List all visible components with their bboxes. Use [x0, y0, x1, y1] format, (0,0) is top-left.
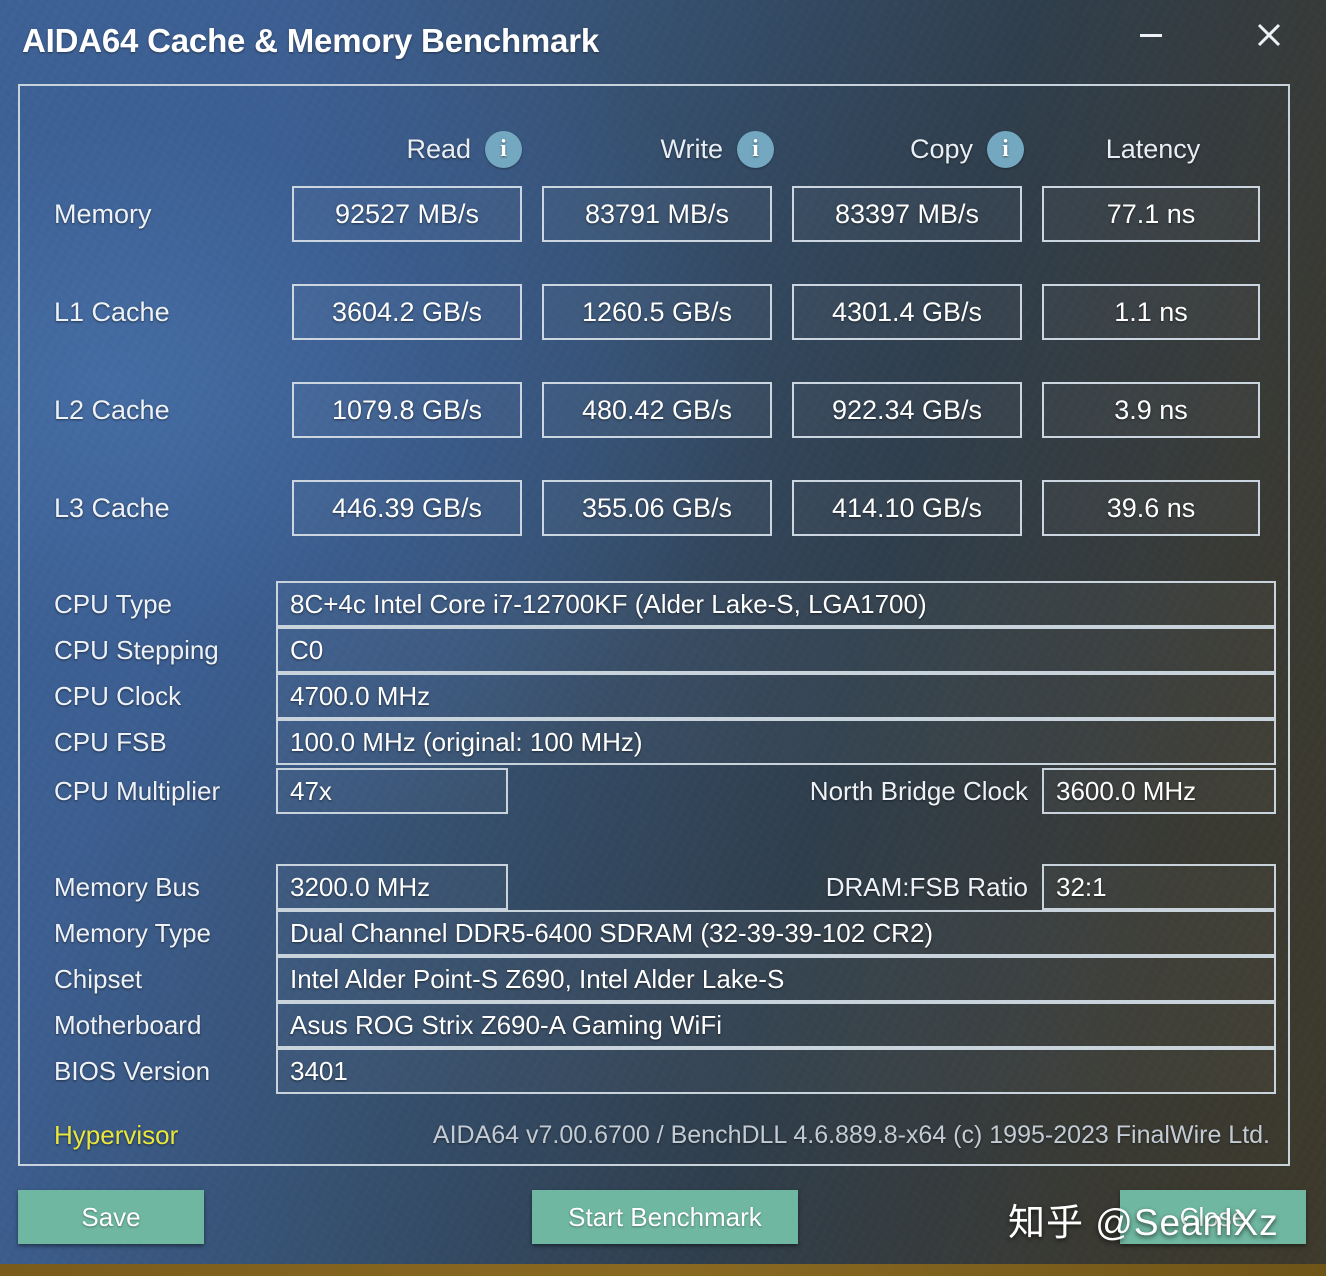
row-label-l1-cache: L1 Cache: [54, 297, 170, 327]
footer-info-row: Hypervisor AIDA64 v7.00.6700 / BenchDLL …: [20, 1112, 1288, 1158]
cell-l1-read: 3604.2 GB/s: [292, 284, 522, 340]
write-info-icon[interactable]: i: [737, 130, 774, 168]
cell-l2-write: 480.42 GB/s: [542, 382, 772, 438]
value-bios-version: 3401: [276, 1048, 1276, 1094]
cell-memory-read: 92527 MB/s: [292, 186, 522, 242]
value-dram-fsb-ratio: 32:1: [1042, 864, 1276, 910]
value-motherboard: Asus ROG Strix Z690-A Gaming WiFi: [276, 1002, 1276, 1048]
cell-l2-copy: 922.34 GB/s: [792, 382, 1022, 438]
close-button[interactable]: Close: [1120, 1190, 1306, 1244]
label-cpu-multiplier: CPU Multiplier: [54, 776, 221, 806]
label-bios-version: BIOS Version: [54, 1056, 211, 1086]
cell-l1-latency: 1.1 ns: [1042, 284, 1260, 340]
cell-l3-write: 355.06 GB/s: [542, 480, 772, 536]
benchmark-row-l1-cache: L1 Cache 3604.2 GB/s 1260.5 GB/s 4301.4 …: [20, 284, 1288, 340]
benchmark-panel: Read i Write i Copy i Latency Memory 925…: [18, 84, 1290, 1166]
label-north-bridge-clock: North Bridge Clock: [809, 776, 1028, 806]
version-text: AIDA64 v7.00.6700 / BenchDLL 4.6.889.8-x…: [432, 1121, 1270, 1149]
label-dram-fsb-ratio: DRAM:FSB Ratio: [825, 872, 1028, 902]
value-cpu-type: 8C+4c Intel Core i7-12700KF (Alder Lake-…: [276, 581, 1276, 627]
value-cpu-clock: 4700.0 MHz: [276, 673, 1276, 719]
close-icon: [1257, 23, 1281, 47]
label-cpu-fsb: CPU FSB: [54, 727, 167, 757]
value-memory-type: Dual Channel DDR5-6400 SDRAM (32-39-39-1…: [276, 910, 1276, 956]
column-header-write-label: Write: [660, 133, 723, 164]
cell-l1-copy: 4301.4 GB/s: [792, 284, 1022, 340]
value-chipset: Intel Alder Point-S Z690, Intel Alder La…: [276, 956, 1276, 1002]
value-cpu-stepping: C0: [276, 627, 1276, 673]
cell-memory-copy: 83397 MB/s: [792, 186, 1022, 242]
minimize-icon: [1140, 34, 1162, 37]
column-header-read-label: Read: [406, 133, 471, 164]
cell-l2-read: 1079.8 GB/s: [292, 382, 522, 438]
label-cpu-clock: CPU Clock: [54, 681, 182, 711]
column-header-copy-label: Copy: [909, 133, 973, 164]
minimize-button[interactable]: [1128, 12, 1174, 58]
column-header-latency-label: Latency: [1105, 133, 1201, 164]
label-cpu-type: CPU Type: [54, 589, 173, 619]
column-header-latency: Latency: [1046, 124, 1260, 174]
value-north-bridge-clock: 3600.0 MHz: [1042, 768, 1276, 814]
cell-l2-latency: 3.9 ns: [1042, 382, 1260, 438]
row-label-l3-cache: L3 Cache: [54, 493, 170, 523]
value-memory-bus: 3200.0 MHz: [276, 864, 508, 910]
read-info-icon[interactable]: i: [485, 130, 522, 168]
benchmark-row-l3-cache: L3 Cache 446.39 GB/s 355.06 GB/s 414.10 …: [20, 480, 1288, 536]
label-memory-bus: Memory Bus: [54, 872, 200, 902]
row-label-memory: Memory: [54, 199, 152, 229]
bottom-strip: [0, 1264, 1326, 1276]
start-benchmark-button[interactable]: Start Benchmark: [532, 1190, 798, 1244]
column-header-read: Read i: [292, 124, 522, 174]
benchmark-row-memory: Memory 92527 MB/s 83791 MB/s 83397 MB/s …: [20, 186, 1288, 242]
benchmark-row-l2-cache: L2 Cache 1079.8 GB/s 480.42 GB/s 922.34 …: [20, 382, 1288, 438]
cell-l3-latency: 39.6 ns: [1042, 480, 1260, 536]
cell-l1-write: 1260.5 GB/s: [542, 284, 772, 340]
cell-l3-copy: 414.10 GB/s: [792, 480, 1022, 536]
column-header-copy: Copy i: [794, 124, 1024, 174]
title-bar: AIDA64 Cache & Memory Benchmark: [0, 0, 1326, 82]
benchmark-column-headers: Read i Write i Copy i Latency: [20, 124, 1288, 174]
label-motherboard: Motherboard: [54, 1010, 202, 1040]
value-cpu-fsb: 100.0 MHz (original: 100 MHz): [276, 719, 1276, 765]
column-header-write: Write i: [544, 124, 774, 174]
page-title: AIDA64 Cache & Memory Benchmark: [22, 22, 600, 59]
hypervisor-label[interactable]: Hypervisor: [54, 1112, 178, 1158]
cell-memory-latency: 77.1 ns: [1042, 186, 1260, 242]
copy-info-icon[interactable]: i: [987, 130, 1024, 168]
save-button[interactable]: Save: [18, 1190, 204, 1244]
cell-l3-read: 446.39 GB/s: [292, 480, 522, 536]
cell-memory-write: 83791 MB/s: [542, 186, 772, 242]
row-label-l2-cache: L2 Cache: [54, 395, 170, 425]
label-cpu-stepping: CPU Stepping: [54, 635, 219, 665]
close-window-button[interactable]: [1246, 12, 1292, 58]
label-chipset: Chipset: [54, 964, 143, 994]
label-memory-type: Memory Type: [54, 918, 212, 948]
value-cpu-multiplier: 47x: [276, 768, 508, 814]
